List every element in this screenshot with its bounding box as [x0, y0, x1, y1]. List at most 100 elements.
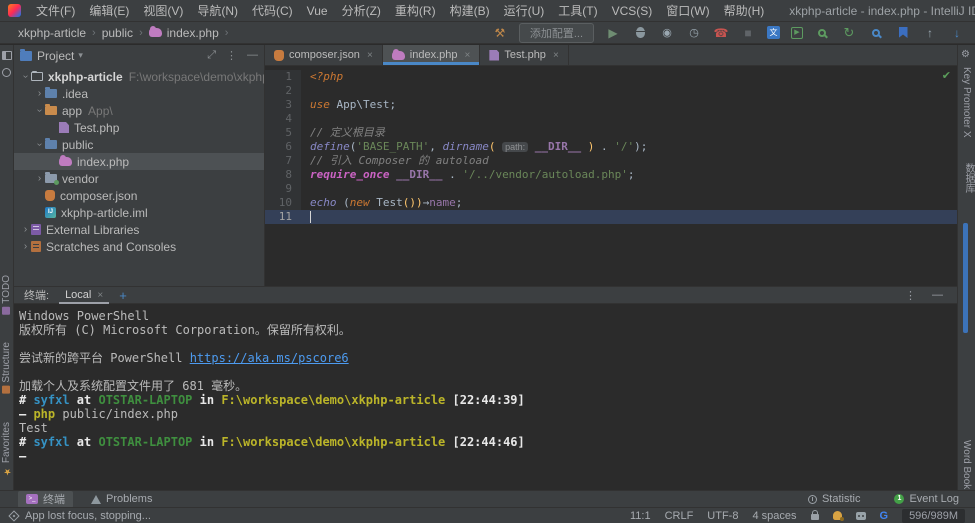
tool-window-button-statistic[interactable]: Statistic — [800, 491, 869, 508]
indent-style[interactable]: 4 spaces — [752, 510, 796, 522]
navigate-up-icon[interactable]: ↑ — [922, 25, 938, 41]
encoding[interactable]: UTF-8 — [707, 510, 738, 522]
run-configuration-select[interactable]: 添加配置... — [519, 23, 594, 43]
editor-tab-index.php[interactable]: index.php× — [383, 45, 481, 65]
gear-icon[interactable]: ⚙ — [961, 49, 970, 60]
terminal-output[interactable]: Windows PowerShell版权所有 (C) Microsoft Cor… — [14, 304, 957, 490]
menu-item[interactable]: 视图(V) — [136, 0, 190, 22]
code-line-1[interactable]: 1<?php — [265, 70, 957, 84]
find-icon[interactable] — [868, 25, 884, 41]
terminal-hide-icon[interactable]: — — [932, 289, 943, 302]
menu-item[interactable]: 代码(C) — [245, 0, 300, 22]
code-line-6[interactable]: 6define('BASE_PATH', dirname( path: __DI… — [265, 140, 957, 154]
coverage-icon[interactable]: ◉ — [659, 25, 675, 41]
caret-position[interactable]: 11:1 — [630, 510, 651, 522]
options-kebab-icon[interactable]: ⋮ — [226, 49, 237, 62]
run-icon[interactable]: ▶ — [605, 25, 621, 41]
code-line-10[interactable]: 10echo (new Test())→name; — [265, 196, 957, 210]
new-terminal-button[interactable]: + — [119, 288, 127, 303]
editor-tab-composer.json[interactable]: composer.json× — [265, 45, 383, 65]
close-icon[interactable]: × — [367, 50, 373, 61]
php-settings-icon[interactable] — [833, 511, 842, 520]
bookmark-icon[interactable] — [895, 25, 911, 41]
menu-item[interactable]: 窗口(W) — [659, 0, 716, 22]
hide-panel-icon[interactable]: — — [247, 49, 258, 62]
memory-indicator[interactable]: 596/989M — [902, 509, 965, 523]
lock-icon[interactable] — [811, 514, 819, 520]
navigate-down-icon[interactable]: ↓ — [949, 25, 965, 41]
tree-item-scratches-and-consoles[interactable]: ›Scratches and Consoles — [14, 238, 264, 255]
chevron-right-icon[interactable]: › — [20, 241, 31, 252]
tool-button-structure[interactable]: Structure — [1, 342, 12, 394]
project-panel-title[interactable]: Project — [37, 49, 74, 63]
chevron-down-icon[interactable]: › — [20, 71, 31, 82]
menu-item[interactable]: 分析(Z) — [335, 0, 388, 22]
tool-button-todo[interactable]: TODO — [1, 275, 12, 315]
tree-item-public[interactable]: ›public — [14, 136, 264, 153]
close-icon[interactable]: × — [465, 50, 471, 61]
line-separator[interactable]: CRLF — [665, 510, 694, 522]
run-anything-icon[interactable]: ▶ — [791, 27, 803, 39]
chevron-right-icon[interactable]: › — [34, 173, 45, 184]
menu-item[interactable]: VCS(S) — [605, 0, 660, 22]
commit-tool-icon[interactable] — [2, 68, 11, 77]
code-line-9[interactable]: 9 — [265, 182, 957, 196]
code-line-4[interactable]: 4 — [265, 112, 957, 126]
tree-item-test.php[interactable]: Test.php — [14, 119, 264, 136]
chevron-right-icon[interactable]: › — [34, 88, 45, 99]
tree-item-xkphp-article[interactable]: ›xkphp-articleF:\workspace\demo\xkphp-ar… — [14, 68, 264, 85]
tool-button-database[interactable]: 数据库 — [961, 163, 975, 193]
chevron-down-icon[interactable]: › — [34, 105, 45, 116]
tree-item-app[interactable]: ›appApp\ — [14, 102, 264, 119]
code-line-3[interactable]: 3use App\Test; — [265, 98, 957, 112]
status-message[interactable]: App lost focus, stopping... — [25, 510, 151, 522]
close-icon[interactable]: × — [97, 287, 103, 304]
tool-button-word-book[interactable]: Word Book — [961, 440, 972, 489]
tool-button-key-promoter-x[interactable]: Key Promoter X — [961, 67, 972, 138]
menu-item[interactable]: 重构(R) — [388, 0, 443, 22]
terminal-options-kebab-icon[interactable]: ⋮ — [905, 289, 916, 302]
breadcrumb-item[interactable]: index.php — [167, 26, 219, 40]
build-hammer-icon[interactable]: ⚒ — [492, 25, 508, 41]
chevron-down-icon[interactable]: › — [34, 139, 45, 150]
tool-button-favorites[interactable]: ★Favorites — [1, 422, 12, 476]
project-tool-icon[interactable] — [2, 51, 12, 60]
tool-window-button-problems[interactable]: Problems — [83, 491, 160, 508]
tool-window-button-终端[interactable]: >_终端 — [18, 491, 73, 508]
code-area[interactable]: ✔ 1<?php23use App\Test;45// 定义根目录6define… — [265, 66, 957, 286]
google-icon[interactable]: G — [880, 510, 889, 522]
breadcrumb-item[interactable]: xkphp-article — [18, 26, 86, 40]
menu-item[interactable]: Vue — [300, 0, 335, 22]
robot-icon[interactable] — [856, 512, 866, 520]
inspections-ok-icon[interactable]: ✔ — [942, 69, 951, 82]
tree-item-index.php[interactable]: index.php — [14, 153, 264, 170]
code-line-5[interactable]: 5// 定义根目录 — [265, 126, 957, 140]
editor-scrollbar[interactable] — [963, 223, 968, 333]
menu-item[interactable]: 编辑(E) — [82, 0, 136, 22]
menu-item[interactable]: 工具(T) — [551, 0, 604, 22]
code-line-2[interactable]: 2 — [265, 84, 957, 98]
search-everywhere-icon[interactable] — [814, 25, 830, 41]
code-line-7[interactable]: 7// 引入 Composer 的 autoload — [265, 154, 957, 168]
code-line-11[interactable]: 11 — [265, 210, 957, 224]
tool-window-button-event-log[interactable]: 1Event Log — [886, 491, 967, 508]
profiler-icon[interactable]: ◷ — [686, 25, 702, 41]
menu-item[interactable]: 文件(F) — [29, 0, 82, 22]
attach-debugger-icon[interactable]: ☎ — [713, 25, 729, 41]
terminal-link[interactable]: https://aka.ms/pscore6 — [190, 351, 349, 365]
menu-item[interactable]: 导航(N) — [190, 0, 245, 22]
breadcrumb-item[interactable]: public — [102, 26, 133, 40]
tree-item-external-libraries[interactable]: ›External Libraries — [14, 221, 264, 238]
editor-tab-test.php[interactable]: Test.php× — [480, 45, 568, 65]
chevron-down-icon[interactable]: ▾ — [78, 50, 83, 61]
debug-icon[interactable] — [632, 25, 648, 41]
tree-item-composer.json[interactable]: composer.json — [14, 187, 264, 204]
close-icon[interactable]: × — [553, 50, 559, 61]
code-line-8[interactable]: 8require_once __DIR__ . '/../vendor/auto… — [265, 168, 957, 182]
menu-item[interactable]: 构建(B) — [443, 0, 497, 22]
tree-item-xkphp-article.iml[interactable]: IJxkphp-article.iml — [14, 204, 264, 221]
stop-icon[interactable]: ■ — [740, 25, 756, 41]
collapse-all-icon[interactable]: ⤢ — [207, 49, 216, 62]
menu-item[interactable]: 帮助(H) — [717, 0, 772, 22]
sync-icon[interactable]: ↻ — [841, 25, 857, 41]
